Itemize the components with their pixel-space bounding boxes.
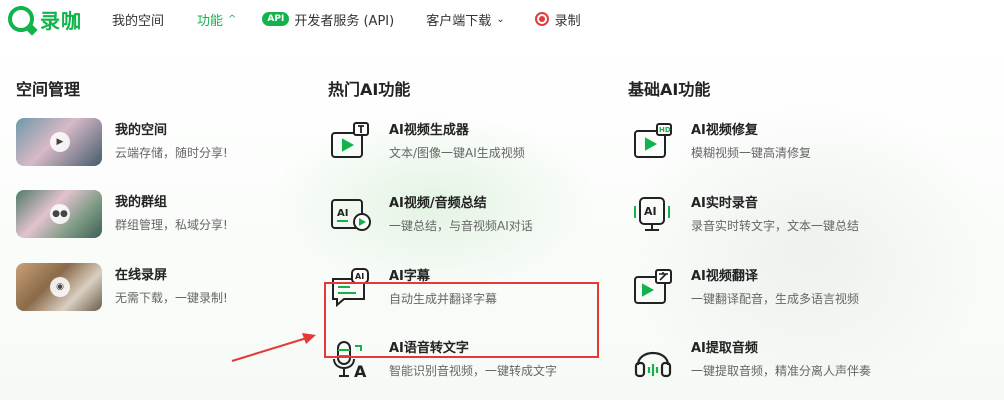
svg-text:AI: AI: [644, 205, 657, 218]
item-desc: 云端存储，随时分享!: [115, 146, 228, 160]
logo-text: 录咖: [40, 8, 82, 33]
ai-summary-icon: AI: [326, 190, 376, 240]
logo-icon: [8, 6, 34, 32]
basic-ai-features-title: 基础AI功能: [628, 80, 711, 99]
space-management-title: 空间管理: [16, 80, 81, 99]
item-desc: 一键总结，与音视频AI对话: [389, 219, 533, 233]
nav-developer-api[interactable]: API 开发者服务 (API): [262, 10, 394, 29]
svg-text:A: A: [354, 362, 367, 381]
nav-features[interactable]: 功能 ^: [197, 10, 236, 29]
item-desc: 一键提取音频，精准分离人声伴奏: [691, 364, 872, 378]
item-desc: 无需下载，一键录制!: [115, 291, 228, 305]
item-title: AI视频/音频总结: [389, 196, 487, 211]
item-title: 我的群组: [115, 195, 168, 210]
nav-record-label: 录制: [554, 13, 581, 29]
video-generate-icon: [326, 117, 376, 167]
item-title: AI视频生成器: [389, 123, 469, 138]
menu-item-ai-extract-audio[interactable]: AI提取音频 一键提取音频，精准分离人声伴奏: [628, 335, 871, 385]
svg-text:AI: AI: [337, 208, 348, 219]
nav-client-download[interactable]: 客户端下载 ⌄: [426, 10, 504, 29]
item-title: AI字幕: [389, 269, 430, 284]
chevron-down-icon: ⌄: [496, 13, 505, 25]
svg-text:HD: HD: [659, 126, 671, 134]
chevron-up-icon: ^: [228, 13, 237, 25]
item-desc: 文本/图像一键AI生成视频: [389, 146, 525, 160]
menu-item-ai-video-generator[interactable]: AI视频生成器 文本/图像一键AI生成视频: [326, 117, 525, 167]
item-title: AI实时录音: [691, 196, 758, 211]
item-title: AI视频修复: [691, 123, 758, 138]
item-desc: 录音实时转文字，文本一键总结: [691, 219, 860, 233]
nav-developer-api-label: 开发者服务 (API): [294, 13, 395, 29]
video-translate-icon: [628, 263, 678, 313]
menu-item-ai-summary[interactable]: AI AI视频/音频总结 一键总结，与音视频AI对话: [326, 190, 533, 240]
svg-text:AI: AI: [355, 272, 364, 281]
nav-client-download-label: 客户端下载: [426, 13, 492, 29]
speech-to-text-icon: A: [326, 335, 376, 385]
item-desc: 群组管理，私域分享!: [115, 218, 228, 232]
item-desc: 自动生成并翻译字幕: [389, 292, 498, 306]
item-title: AI语音转文字: [389, 341, 469, 356]
menu-item-my-space[interactable]: ▶ 我的空间 云端存储，随时分享!: [16, 118, 228, 166]
ai-subtitle-icon: AI: [326, 263, 376, 313]
logo[interactable]: 录咖: [8, 5, 82, 34]
item-desc: 智能识别音视频，一键转成文字: [389, 364, 558, 378]
menu-item-online-record[interactable]: ◉ 在线录屏 无需下载，一键录制!: [16, 263, 228, 311]
api-badge-icon: API: [262, 12, 290, 26]
record-icon: [534, 12, 549, 26]
my-space-thumbnail: ▶: [16, 118, 102, 166]
nav-my-space[interactable]: 我的空间: [112, 10, 164, 29]
item-desc: 一键翻译配音，生成多语言视频: [691, 292, 860, 306]
item-desc: 模糊视频一键高清修复: [691, 146, 812, 160]
nav-record[interactable]: 录制: [534, 10, 581, 29]
menu-item-ai-video-repair[interactable]: HD AI视频修复 模糊视频一键高清修复: [628, 117, 811, 167]
menu-item-my-groups[interactable]: ●● 我的群组 群组管理，私域分享!: [16, 190, 228, 238]
annotation-arrow-icon: [231, 333, 316, 362]
item-title: 在线录屏: [115, 268, 168, 283]
top-nav: 录咖 我的空间 功能 ^ API 开发者服务 (API) 客户端下载 ⌄ 录制: [0, 0, 1004, 38]
headphones-icon: [628, 335, 678, 385]
menu-item-ai-video-translate[interactable]: AI视频翻译 一键翻译配音，生成多语言视频: [628, 263, 859, 313]
play-icon: ▶: [50, 132, 70, 152]
record-icon: ◉: [50, 277, 70, 297]
realtime-record-icon: AI: [628, 190, 678, 240]
hd-repair-icon: HD: [628, 117, 678, 167]
item-title: AI视频翻译: [691, 269, 758, 284]
item-title: AI提取音频: [691, 341, 758, 356]
hot-ai-features-title: 热门AI功能: [328, 80, 411, 99]
nav-my-space-label: 我的空间: [112, 13, 165, 29]
item-title: 我的空间: [115, 123, 168, 138]
features-dropdown: 空间管理 ▶ 我的空间 云端存储，随时分享! ●● 我的群组 群组管理，私域分享…: [0, 38, 1004, 400]
menu-item-ai-realtime-record[interactable]: AI AI实时录音 录音实时转文字，文本一键总结: [628, 190, 859, 240]
nav-features-label: 功能: [197, 13, 224, 29]
online-record-thumbnail: ◉: [16, 263, 102, 311]
menu-item-speech-to-text[interactable]: A AI语音转文字 智能识别音视频，一键转成文字: [326, 335, 557, 385]
menu-item-ai-subtitle[interactable]: AI AI字幕 自动生成并翻译字幕: [326, 263, 497, 313]
group-icon: ●●: [50, 204, 70, 224]
my-groups-thumbnail: ●●: [16, 190, 102, 238]
